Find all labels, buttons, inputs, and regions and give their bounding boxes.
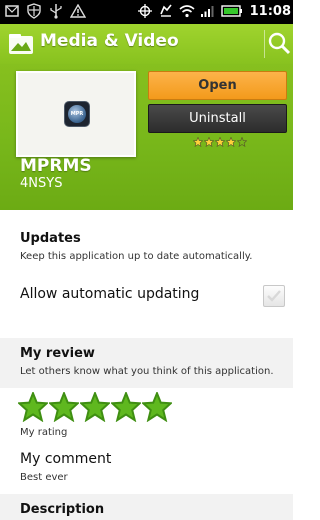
description-heading: Description [20,502,105,517]
my-comment-text: Best ever [20,472,68,483]
review-heading: My review [20,346,95,361]
status-bar-system: 11:08 [137,3,291,19]
title-divider [264,30,265,58]
app-header: Media & Video MPR Open Uninstall MPRMS 4… [0,24,293,210]
review-description: Let others know what you think of this a… [20,366,274,377]
status-time: 11:08 [249,3,291,19]
my-rating-star-icon[interactable] [111,392,141,422]
auto-update-label[interactable]: Allow automatic updating [20,286,199,302]
search-icon [268,32,291,55]
sync-icon [158,3,174,19]
app-icon-logo: MPR [68,105,86,123]
signal-icon [200,3,216,19]
message-icon [4,3,20,19]
usb-icon [48,3,64,19]
gps-icon [137,3,153,19]
page-title: Media & Video [40,31,179,51]
auto-update-checkbox[interactable] [263,285,285,307]
shield-icon [26,3,42,19]
checkmark-icon [267,290,281,302]
battery-icon [220,3,243,19]
rating-star-icon [193,137,203,147]
title-bar: Media & Video [0,24,293,64]
my-comment-heading[interactable]: My comment [20,451,111,467]
warning-icon [70,3,86,19]
updates-description: Keep this application up to date automat… [20,251,253,262]
rating-star-icon [215,137,225,147]
app-icon-frame: MPR [16,71,136,157]
uninstall-button[interactable]: Uninstall [148,104,287,133]
status-bar: 11:08 [0,0,293,24]
app-icon: MPR [64,101,90,127]
my-rating-star-icon[interactable] [49,392,79,422]
my-rating-star-icon[interactable] [80,392,110,422]
wifi-icon [179,3,195,19]
my-rating-stars[interactable] [18,392,172,422]
my-rating-star-icon[interactable] [142,392,172,422]
updates-heading: Updates [20,231,81,246]
media-category-icon [8,33,34,55]
app-name: MPRMS [20,156,92,176]
rating-star-icon [237,137,247,147]
rating-star-icon [204,137,214,147]
open-button[interactable]: Open [148,71,287,100]
search-button[interactable] [267,31,291,55]
rating-star-icon [226,137,236,147]
status-bar-notifications [4,3,86,19]
app-developer[interactable]: 4NSYS [20,176,62,191]
my-rating-star-icon[interactable] [18,392,48,422]
my-rating-label: My rating [20,427,68,438]
app-rating-stars [193,137,247,147]
